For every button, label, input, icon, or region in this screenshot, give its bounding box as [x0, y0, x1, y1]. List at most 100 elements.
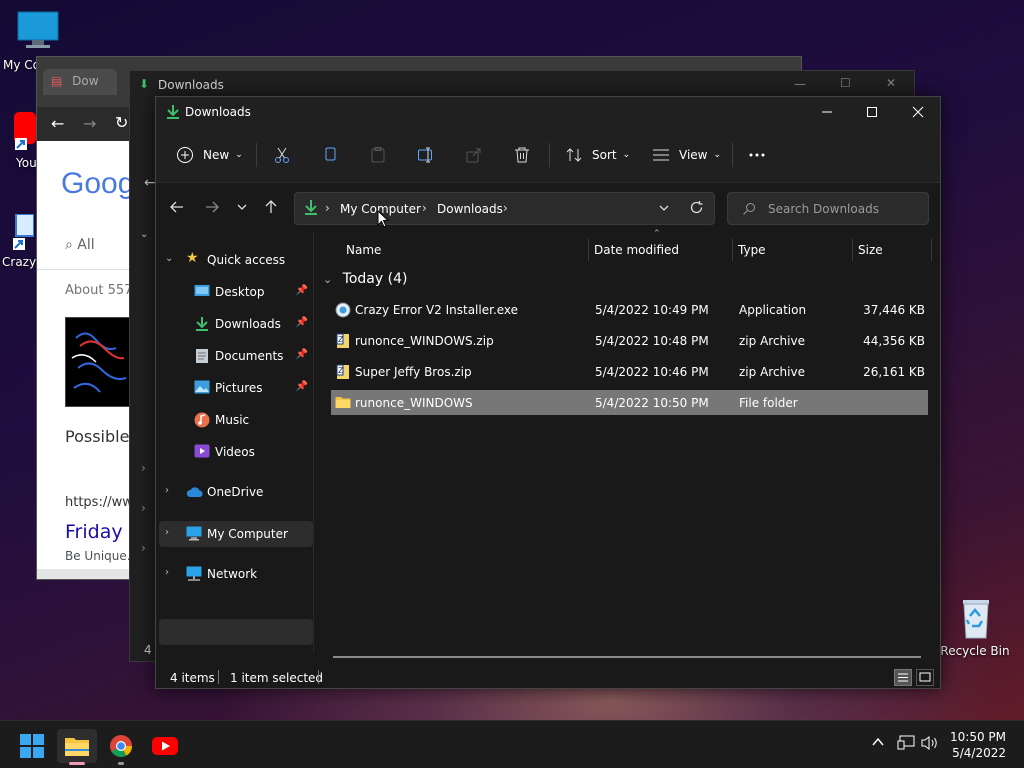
reload-icon[interactable]: ↻ [115, 113, 128, 132]
chevron-down-icon: ⌄ [622, 150, 631, 160]
download-tab-icon: ▤ [51, 74, 63, 88]
file-row[interactable]: Crazy Error V2 Installer.exe 5/4/2022 10… [331, 297, 928, 322]
new-button-label: New [203, 148, 230, 162]
file-explorer-window[interactable]: Downloads New ⌄ Sort ⌄ View ⌄ › My Compu… [155, 96, 941, 689]
sidebar-item-downloads[interactable]: Downloads 📌 [156, 311, 312, 337]
share-button[interactable] [465, 141, 483, 169]
column-header-size[interactable]: Size [858, 233, 883, 265]
search-tab-all[interactable]: ⌕ All [65, 237, 95, 253]
taskbar-chrome[interactable] [101, 729, 141, 765]
start-button[interactable] [12, 729, 52, 763]
taskbar-youtube[interactable] [145, 729, 185, 763]
result-image[interactable] [65, 317, 131, 407]
sidebar-item-desktop[interactable]: Desktop 📌 [156, 279, 312, 305]
chevron-up-icon[interactable] [871, 735, 885, 753]
item-count: 4 items [170, 671, 215, 685]
volume-icon[interactable] [921, 735, 939, 755]
chevron-down-icon[interactable]: ⌄ [165, 253, 173, 264]
file-name: runonce_WINDOWS.zip [355, 334, 494, 348]
zip-icon: Z [335, 333, 351, 352]
forward-arrow-icon[interactable] [204, 199, 224, 219]
pin-icon[interactable]: 📌 [296, 285, 308, 296]
chevron-down-icon[interactable]: ⌄ [140, 229, 148, 240]
chevron-right-icon[interactable]: › [165, 527, 169, 538]
column-header-name[interactable]: Name [346, 233, 381, 265]
sidebar-item-my-computer[interactable] [159, 619, 313, 645]
sidebar-item-quick-access[interactable]: ⌄ ★ Quick access [156, 247, 312, 273]
chevron-right-icon[interactable]: › [165, 567, 169, 578]
copy-button[interactable] [321, 141, 339, 169]
installer-shortcut-icon [12, 213, 35, 250]
close-button[interactable] [895, 97, 941, 127]
recent-locations-chevron-icon[interactable] [236, 199, 256, 219]
desktop-icon-my-computer[interactable]: My Co [0, 10, 77, 72]
address-history-chevron-icon[interactable] [658, 201, 670, 218]
refresh-icon[interactable] [689, 200, 704, 218]
pin-icon[interactable]: 📌 [296, 381, 308, 392]
paste-button[interactable] [369, 141, 387, 169]
taskbar-file-explorer[interactable] [57, 729, 97, 765]
system-clock[interactable]: 10:50 PM 5/4/2022 [950, 729, 1006, 761]
more-options-button[interactable] [748, 141, 766, 169]
up-arrow-icon[interactable] [263, 199, 283, 219]
file-list: Name ⌃ Date modified Type Size ⌄ Today (… [315, 229, 941, 653]
sidebar-item-pictures[interactable]: Pictures 📌 [156, 375, 312, 401]
file-row[interactable]: Z runonce_WINDOWS.zip 5/4/2022 10:48 PM … [331, 328, 928, 353]
star-icon: ★ [186, 250, 199, 266]
delete-button[interactable] [513, 141, 531, 169]
youtube-shortcut-icon [14, 112, 36, 150]
results-count: About 557 [65, 283, 133, 298]
minimize-icon[interactable]: — [794, 77, 806, 91]
details-view-button[interactable] [894, 669, 912, 686]
navigation-pane: ⌄ ★ Quick access Desktop 📌 Downloads 📌 D… [156, 233, 314, 653]
chevron-right-icon[interactable]: › [325, 201, 330, 215]
sidebar-item-videos[interactable]: Videos [156, 439, 312, 465]
horizontal-scrollbar[interactable] [333, 656, 921, 658]
pin-icon[interactable]: 📌 [296, 349, 308, 360]
sidebar-item-network[interactable]: › Network [156, 561, 312, 587]
tiles-view-button[interactable] [916, 669, 934, 686]
back-arrow-icon[interactable]: ← [144, 175, 156, 191]
sort-button-label: Sort [592, 148, 617, 162]
group-header-today[interactable]: ⌄ Today (4) [323, 271, 407, 287]
sidebar-item-documents[interactable]: Documents 📌 [156, 343, 312, 369]
file-type: Application [739, 303, 807, 317]
sidebar-item-music[interactable]: Music [156, 407, 312, 433]
result-url[interactable]: https://ww [65, 495, 133, 510]
new-button[interactable]: New ⌄ [176, 141, 243, 169]
sidebar-item-my-computer[interactable]: › My Computer [159, 521, 313, 547]
address-bar[interactable]: › My Computer › Downloads › [294, 192, 715, 225]
desktop-icon-recycle-bin[interactable]: Recycle Bin [936, 596, 1014, 658]
file-size: 26,161 KB [863, 365, 925, 379]
back-arrow-icon[interactable]: ← [51, 114, 64, 133]
window-title: Downloads [185, 105, 251, 119]
forward-arrow-icon[interactable]: → [83, 114, 96, 133]
file-row[interactable]: runonce_WINDOWS 5/4/2022 10:50 PM File f… [331, 390, 928, 415]
view-button[interactable]: View ⌄ [652, 141, 721, 169]
file-row[interactable]: Z Super Jeffy Bros.zip 5/4/2022 10:46 PM… [331, 359, 928, 384]
minimize-button[interactable] [804, 97, 850, 127]
maximize-button[interactable] [849, 97, 895, 127]
maximize-icon[interactable]: ☐ [840, 76, 851, 90]
sidebar-item-onedrive[interactable]: › OneDrive [156, 479, 312, 505]
search-box[interactable]: Search Downloads [727, 192, 929, 225]
desktop-folder-icon [194, 284, 210, 301]
chevron-right-icon[interactable]: › [503, 201, 508, 215]
chevron-right-icon[interactable]: › [165, 485, 169, 496]
pin-icon[interactable]: 📌 [296, 317, 308, 328]
close-icon[interactable]: ✕ [886, 76, 896, 90]
pictures-icon [194, 380, 210, 397]
cut-button[interactable] [273, 141, 291, 169]
column-header-date[interactable]: Date modified [594, 233, 679, 265]
chrome-icon [110, 735, 132, 757]
title-bar[interactable]: Downloads [156, 97, 940, 127]
sidebar-label: Network [207, 567, 258, 581]
network-status-icon[interactable] [897, 735, 915, 755]
rename-button[interactable] [417, 141, 435, 169]
chevron-right-icon[interactable]: › [422, 201, 427, 215]
back-arrow-icon[interactable] [169, 199, 189, 219]
browser-tab[interactable]: ▤ Dow [43, 69, 117, 95]
sort-button[interactable]: Sort ⌄ [565, 141, 630, 169]
breadcrumb-downloads[interactable]: Downloads [437, 202, 503, 216]
column-header-type[interactable]: Type [738, 233, 766, 265]
